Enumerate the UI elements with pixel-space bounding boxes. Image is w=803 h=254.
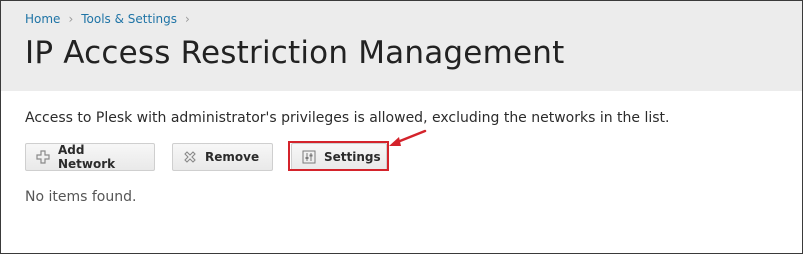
- plus-icon: [36, 150, 50, 164]
- add-network-label: Add Network: [58, 143, 116, 171]
- remove-button[interactable]: Remove: [172, 143, 273, 171]
- breadcrumb-tools-settings[interactable]: Tools & Settings: [81, 12, 177, 26]
- remove-label: Remove: [205, 150, 260, 164]
- breadcrumb: Home › Tools & Settings ›: [25, 12, 190, 26]
- breadcrumb-separator: ›: [185, 12, 190, 26]
- page-header: Home › Tools & Settings › IP Access Rest…: [1, 1, 802, 91]
- breadcrumb-home[interactable]: Home: [25, 12, 60, 26]
- add-network-button[interactable]: Add Network: [25, 143, 155, 171]
- app-window: Home › Tools & Settings › IP Access Rest…: [0, 0, 803, 254]
- red-arrow-icon: [389, 129, 427, 146]
- breadcrumb-separator: ›: [68, 12, 74, 26]
- settings-label: Settings: [324, 150, 381, 164]
- access-description: Access to Plesk with administrator's pri…: [25, 110, 670, 126]
- sliders-icon: [302, 150, 316, 164]
- cross-icon: [183, 150, 197, 164]
- settings-button[interactable]: Settings: [291, 143, 387, 171]
- page-title: IP Access Restriction Management: [25, 35, 565, 71]
- empty-state-message: No items found.: [25, 189, 137, 205]
